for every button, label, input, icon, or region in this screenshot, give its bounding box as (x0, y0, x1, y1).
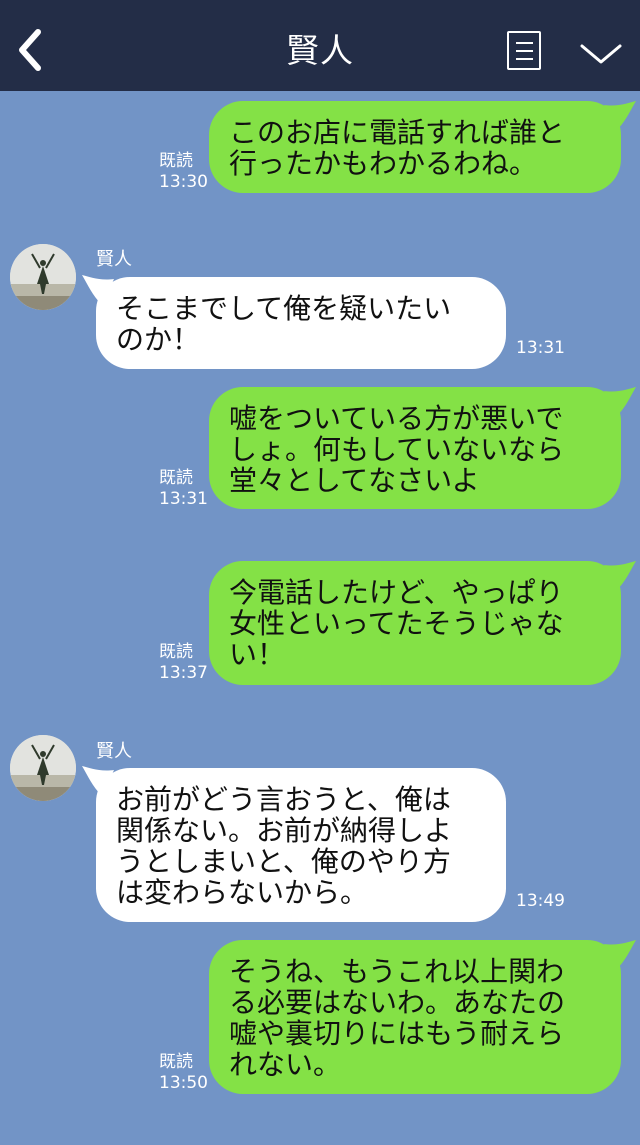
chat-title: 賢人 (286, 31, 354, 70)
avatar-image (10, 244, 76, 310)
sender-name: 賢人 (96, 741, 132, 762)
sender-name: 賢人 (96, 249, 132, 270)
message-bubble[interactable]: 今電話したけど、やっぱり 女性といってたそうじゃな い！ (209, 561, 621, 685)
message-bubble[interactable]: そこまでして俺を疑いたい のか！ (96, 277, 506, 369)
read-receipt: 既読 13:30 (159, 151, 208, 192)
avatar-image (10, 735, 76, 801)
avatar[interactable] (10, 244, 76, 310)
message-time: 13:31 (516, 338, 565, 358)
bubble-tail (604, 561, 636, 591)
message-bubble[interactable]: 嘘をついている方が悪いで しょ。何もしていないなら 堂々としてなさいよ (209, 387, 621, 509)
bubble-tail (604, 940, 636, 970)
message-bubble[interactable]: お前がどう言おうと、俺は 関係ない。お前が納得しよ うとしまいと、俺のやり方 は… (96, 768, 506, 922)
message-list[interactable]: このお店に電話すれば誰と 行ったかもわかるわね。 既読 13:30 賢人 そこまで… (0, 91, 640, 1145)
menu-icon[interactable] (507, 31, 541, 70)
read-receipt: 既読 13:37 (159, 642, 208, 683)
message-time: 13:49 (516, 891, 565, 911)
chat-header: 賢人 (0, 0, 640, 91)
bubble-tail (604, 387, 636, 417)
message-bubble[interactable]: そうね、もうこれ以上関わ る必要はないわ。あなたの 嘘や裏切りにはもう耐えら れ… (209, 940, 621, 1094)
message-bubble[interactable]: このお店に電話すれば誰と 行ったかもわかるわね。 (209, 101, 621, 193)
avatar[interactable] (10, 735, 76, 801)
bubble-tail (82, 766, 114, 796)
read-receipt: 既読 13:31 (159, 468, 208, 509)
chevron-down-icon[interactable] (578, 38, 624, 68)
bubble-tail (604, 101, 636, 131)
read-receipt: 既読 13:50 (159, 1052, 208, 1093)
bubble-tail (82, 275, 114, 305)
